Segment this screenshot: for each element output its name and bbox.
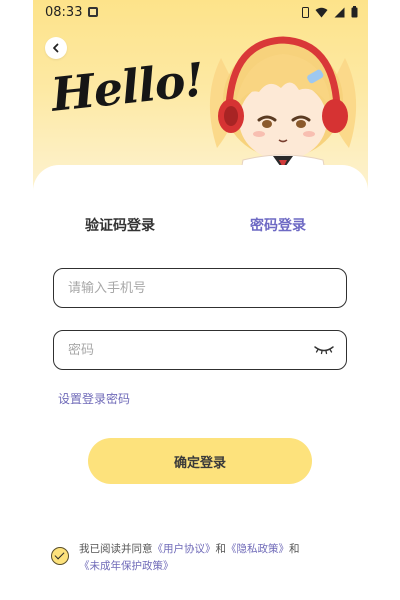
back-button[interactable] bbox=[45, 37, 67, 59]
phone-input[interactable] bbox=[68, 280, 332, 296]
notification-icon bbox=[88, 7, 99, 17]
status-bar: 08:33 bbox=[33, 0, 368, 24]
password-field bbox=[53, 330, 347, 370]
tab-password-login[interactable]: 密码登录 bbox=[250, 215, 306, 235]
tab-sms-code-login[interactable]: 验证码登录 bbox=[85, 215, 155, 235]
agreement-checkbox[interactable] bbox=[51, 547, 69, 565]
eye-closed-icon[interactable] bbox=[312, 343, 336, 357]
status-time: 08:33 bbox=[45, 4, 83, 20]
set-password-link[interactable]: 设置登录密码 bbox=[58, 390, 130, 407]
password-input[interactable] bbox=[68, 342, 312, 358]
agreement-text: 我已阅读并同意《用户协议》和《隐私政策》和 《未成年保护政策》 bbox=[79, 541, 300, 575]
login-screen: 08:33 Hello! 验证码登录 密码登录 请输入手机号 设置登录密码 确定… bbox=[33, 0, 368, 600]
minor-protection-policy-link[interactable]: 《未成年保护政策》 bbox=[79, 560, 174, 572]
signal-icon bbox=[334, 7, 345, 17]
chevron-left-icon bbox=[53, 43, 59, 53]
agreement-and-2: 和 bbox=[289, 543, 300, 555]
user-agreement-link[interactable]: 《用户协议》 bbox=[153, 543, 216, 555]
agreement-and-1: 和 bbox=[215, 543, 227, 555]
agreement-prefix: 我已阅读并同意 bbox=[79, 543, 153, 555]
wifi-icon bbox=[315, 7, 328, 17]
privacy-policy-link[interactable]: 《隐私政策》 bbox=[226, 543, 289, 555]
vibrate-icon bbox=[302, 6, 309, 18]
battery-icon bbox=[351, 6, 358, 18]
confirm-login-button[interactable]: 确定登录 bbox=[88, 438, 312, 484]
phone-field bbox=[53, 268, 347, 308]
login-tabs: 验证码登录 密码登录 bbox=[33, 215, 368, 237]
agreement-row: 我已阅读并同意《用户协议》和《隐私政策》和 《未成年保护政策》 bbox=[51, 541, 351, 575]
